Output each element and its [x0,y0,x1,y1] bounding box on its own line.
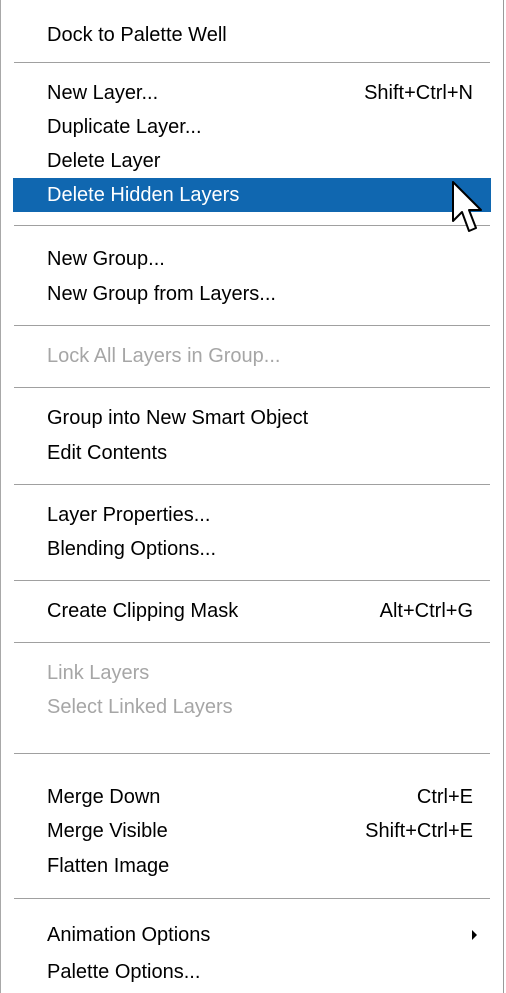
menu-item-label: New Layer... [47,81,159,104]
menu-item-label: Create Clipping Mask [47,599,239,622]
menu-separator [14,325,490,326]
menu-separator [14,225,490,226]
menu-separator [14,62,490,63]
menu-item-label: Lock All Layers in Group... [47,344,281,367]
menu-item-label: Palette Options... [47,960,201,983]
menu-item-duplicate-layer[interactable]: Duplicate Layer... [13,110,491,144]
menu-item-merge-down[interactable]: Merge Down Ctrl+E [13,780,491,814]
menu-separator [14,753,490,754]
menu-item-label: Merge Down [47,785,161,808]
menu-item-group-into-new-smart-object[interactable]: Group into New Smart Object [13,401,491,435]
menu-separator [14,580,490,581]
menu-item-flatten-image[interactable]: Flatten Image [13,849,491,883]
menu-item-new-layer[interactable]: New Layer... Shift+Ctrl+N [13,76,491,110]
menu-item-label: Edit Contents [47,441,168,464]
menu-item-label: Group into New Smart Object [47,406,309,429]
menu-item-lock-all-layers-in-group: Lock All Layers in Group... [13,339,491,373]
menu-separator [14,387,490,388]
menu-item-link-layers: Link Layers [13,656,491,690]
menu-separator [14,642,490,643]
menu-item-label: Flatten Image [47,854,170,877]
menu-separator [14,484,490,485]
menu-item-dock-to-palette-well[interactable]: Dock to Palette Well [13,18,491,52]
menu-item-palette-options[interactable]: Palette Options... [13,955,491,989]
menu-item-create-clipping-mask[interactable]: Create Clipping Mask Alt+Ctrl+G [13,594,491,628]
menu-item-label: New Group from Layers... [47,282,276,305]
menu-item-label: Link Layers [47,661,150,684]
menu-item-label: Merge Visible [47,819,168,842]
menu-item-label: Layer Properties... [47,503,211,526]
menu-item-delete-layer[interactable]: Delete Layer [13,144,491,178]
menu-item-label: New Group... [47,247,165,270]
layers-palette-menu: Dock to Palette Well New Layer... Shift+… [0,0,504,993]
menu-item-merge-visible[interactable]: Merge Visible Shift+Ctrl+E [13,814,491,848]
menu-item-label: Blending Options... [47,537,216,560]
submenu-arrow-icon [472,930,477,940]
menu-item-shortcut: Ctrl+E [416,785,473,808]
menu-item-label: Select Linked Layers [47,695,233,718]
menu-item-edit-contents[interactable]: Edit Contents [13,436,491,470]
menu-item-delete-hidden-layers[interactable]: Delete Hidden Layers [13,178,491,212]
menu-item-animation-options[interactable]: Animation Options [13,918,491,952]
menu-item-select-linked-layers: Select Linked Layers [13,690,491,724]
menu-item-label: Delete Hidden Layers [47,183,240,206]
menu-item-new-group-from-layers[interactable]: New Group from Layers... [13,277,491,311]
menu-item-new-group[interactable]: New Group... [13,242,491,276]
menu-item-shortcut: Shift+Ctrl+E [365,819,473,842]
menu-item-label: Delete Layer [47,149,161,172]
menu-separator [14,898,490,899]
menu-item-label: Animation Options [47,923,211,946]
menu-item-label: Dock to Palette Well [47,23,227,46]
menu-item-shortcut: Alt+Ctrl+G [379,599,473,622]
menu-item-layer-properties[interactable]: Layer Properties... [13,498,491,532]
menu-item-label: Duplicate Layer... [47,115,202,138]
menu-item-blending-options[interactable]: Blending Options... [13,532,491,566]
menu-item-shortcut: Shift+Ctrl+N [364,81,473,104]
